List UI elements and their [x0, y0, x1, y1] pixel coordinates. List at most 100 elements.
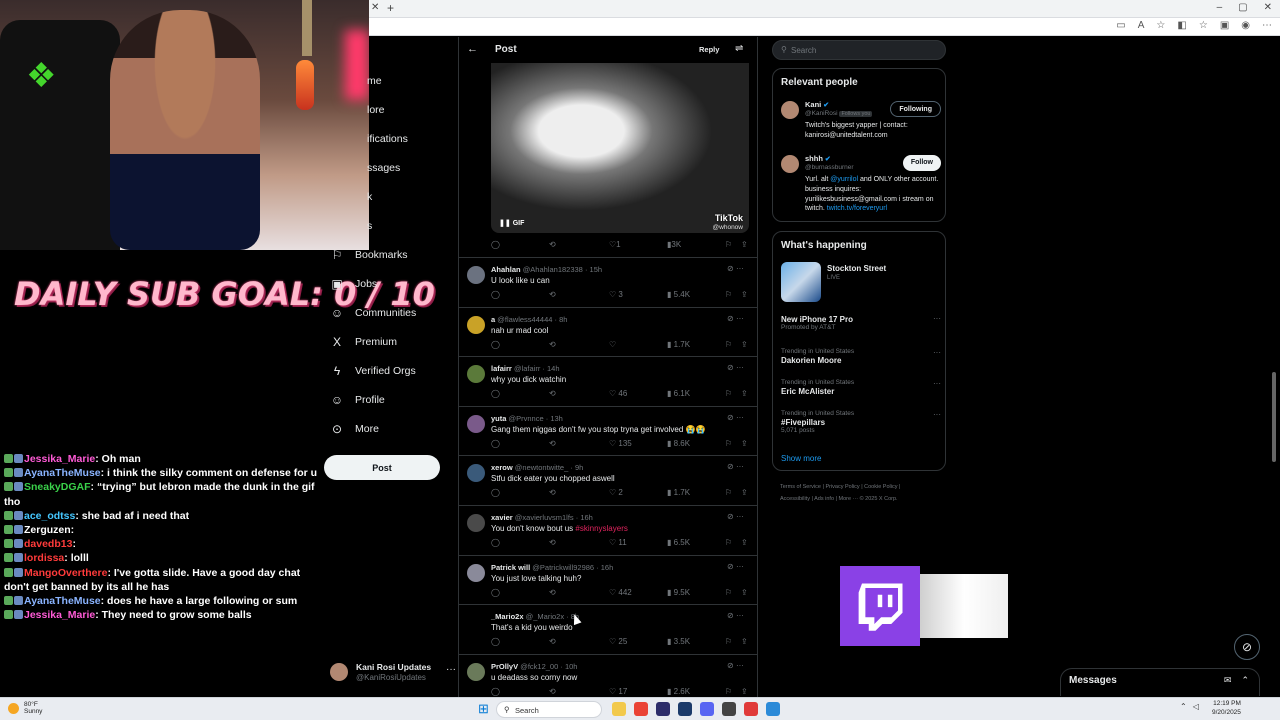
chat-username[interactable]: Zerguzen — [24, 524, 71, 536]
avatar[interactable] — [467, 266, 485, 284]
reply-author[interactable]: Patrick will — [491, 563, 530, 572]
reply-icon[interactable]: ◯ — [491, 439, 500, 448]
grok-icon[interactable]: ⊘ — [1234, 634, 1260, 660]
more-icon[interactable]: ··· — [736, 462, 744, 471]
back-arrow-icon[interactable]: ← — [467, 43, 478, 55]
share-icon[interactable]: ⇪ — [741, 290, 748, 299]
views-count[interactable]: ▮ 3K — [667, 240, 681, 249]
like-button[interactable]: ♡ 1 — [609, 240, 621, 249]
more-icon[interactable]: ··· — [736, 512, 744, 521]
repost-icon[interactable]: ⟲ — [549, 488, 556, 497]
collections-icon[interactable]: ▣ — [1220, 20, 1229, 31]
bookmark-icon[interactable]: ⚐ — [725, 389, 732, 398]
chat-username[interactable]: MangoOverthere — [24, 567, 107, 579]
bookmark-icon[interactable]: ⚐ — [725, 687, 732, 696]
nav-item-partial[interactable]: ssages — [367, 157, 400, 179]
person-name[interactable]: Kani ✔ — [805, 100, 829, 109]
reply-author[interactable]: xerow — [491, 463, 513, 472]
trend-item[interactable]: Trending in United States Dakorien Moore ·… — [781, 348, 941, 365]
nav-item-bookmarks[interactable]: ⚐ Bookmarks — [329, 244, 408, 266]
reply-handle[interactable]: @lafairr — [514, 364, 540, 373]
like-button[interactable]: ♡ 442 — [609, 588, 632, 597]
trend-item[interactable]: Trending in United States Eric McAlister ·… — [781, 379, 941, 396]
tray-chevron-icon[interactable]: ⌃ — [1180, 702, 1187, 711]
reply-icon[interactable]: ◯ — [491, 240, 500, 249]
footer-links[interactable]: Terms of Service | Privacy Policy | Cook… — [780, 481, 940, 493]
share-icon[interactable]: ⇪ — [741, 240, 748, 249]
nav-item-jobs[interactable]: ▣ Jobs — [329, 273, 377, 295]
read-aloud-icon[interactable]: A — [1138, 20, 1145, 31]
hashtag-link[interactable]: #skinnyslayers — [575, 524, 627, 533]
share-icon[interactable]: ⇪ — [741, 637, 748, 646]
bio-link[interactable]: @yurrilol — [830, 176, 858, 183]
like-button[interactable]: ♡ — [609, 340, 616, 349]
grok-icon[interactable]: ⊘ — [727, 611, 736, 620]
grok-icon[interactable]: ⊘ — [727, 512, 736, 521]
close-window-icon[interactable]: ✕ — [1264, 2, 1272, 13]
chat-username[interactable]: SneakyDGAF — [24, 481, 91, 493]
trend-item[interactable]: New iPhone 17 Pro Promoted by AT&T ··· — [781, 314, 941, 331]
premiere-icon[interactable] — [656, 702, 670, 716]
reply-icon[interactable]: ◯ — [491, 637, 500, 646]
views-count[interactable]: ▮ 5.4K — [667, 290, 690, 299]
more-icon[interactable]: ··· — [736, 363, 744, 372]
nav-item-more[interactable]: ⊙ More — [329, 418, 379, 440]
scrollbar-thumb[interactable] — [1272, 372, 1276, 462]
repost-icon[interactable]: ⟲ — [549, 290, 556, 299]
like-button[interactable]: ♡ 135 — [609, 439, 632, 448]
bookmark-icon[interactable]: ⚐ — [725, 637, 732, 646]
reply-author[interactable]: lafairr — [491, 364, 512, 373]
avatar[interactable] — [467, 365, 485, 384]
chat-username[interactable]: Jessika_Marie — [24, 453, 95, 465]
nav-item-partial[interactable]: ifications — [367, 128, 408, 150]
reply-handle[interactable]: @flawless44444 — [497, 315, 552, 324]
nav-item-partial[interactable]: lore — [367, 99, 385, 121]
reply-author[interactable]: yuta — [491, 414, 506, 423]
like-button[interactable]: ♡ 3 — [609, 290, 623, 299]
bookmark-icon[interactable]: ⚐ — [725, 488, 732, 497]
share-icon[interactable]: ⇪ — [741, 588, 748, 597]
like-button[interactable]: ♡ 25 — [609, 637, 627, 646]
bookmark-icon[interactable]: ⚐ — [725, 439, 732, 448]
more-icon[interactable]: ··· — [736, 562, 744, 571]
edge-icon[interactable] — [766, 702, 780, 716]
grok-icon[interactable]: ⊘ — [727, 462, 736, 471]
extensions-icon[interactable]: ◧ — [1177, 20, 1186, 31]
like-button[interactable]: ♡ 2 — [609, 488, 623, 497]
search-input[interactable]: ⚲ Search — [772, 40, 946, 60]
repost-icon[interactable]: ⟲ — [549, 637, 556, 646]
more-icon[interactable]: ··· — [736, 661, 744, 670]
views-count[interactable]: ▮ 3.5K — [667, 637, 690, 646]
reply-post[interactable]: Patrick will @Patrickwill92986 · 16h You … — [459, 554, 757, 605]
repost-icon[interactable]: ⟲ — [549, 538, 556, 547]
views-count[interactable]: ▮ 1.7K — [667, 340, 690, 349]
reply-handle[interactable]: @newtontwitte_ — [515, 463, 568, 472]
trend-item[interactable]: Trending in United States #Fivepillars 5,0… — [781, 410, 941, 434]
person-name[interactable]: shhh ✔ — [805, 154, 831, 163]
repost-icon[interactable]: ⟲ — [549, 389, 556, 398]
taskbar-clock[interactable]: 12:19 PM 9/20/2025 — [1212, 700, 1241, 717]
reply-post[interactable]: lafairr @lafairr · 14h why you dick watch… — [459, 356, 757, 406]
views-count[interactable]: ▮ 8.6K — [667, 439, 690, 448]
taskbar-search[interactable]: ⚲ Search — [496, 701, 602, 718]
reply-post[interactable]: xavier @xavierluvsm1lfs · 16h You don't k… — [459, 505, 757, 555]
reply-icon[interactable]: ◯ — [491, 389, 500, 398]
views-count[interactable]: ▮ 6.1K — [667, 389, 690, 398]
reply-post[interactable]: xerow @newtontwitte_ · 9h Stfu dick eater… — [459, 455, 757, 505]
show-more-link[interactable]: Show more — [781, 454, 821, 463]
repost-icon[interactable]: ⟲ — [549, 588, 556, 597]
views-count[interactable]: ▮ 6.5K — [667, 538, 690, 547]
tab-close-icon[interactable]: ✕ — [371, 2, 379, 13]
favorites-icon[interactable]: ☆ — [1199, 20, 1208, 31]
chat-username[interactable]: lordissa — [24, 552, 64, 564]
reply-post[interactable]: Ahahlan @Ahahlan182338 · 15h U look like … — [459, 257, 757, 307]
reply-icon[interactable]: ◯ — [491, 588, 500, 597]
bookmark-icon[interactable]: ⚐ — [725, 538, 732, 547]
reply-handle[interactable]: @Ahahlan182338 — [523, 265, 583, 274]
grok-icon[interactable]: ⊘ — [727, 363, 736, 372]
more-icon[interactable]: ··· — [933, 410, 941, 419]
reply-icon[interactable]: ◯ — [491, 488, 500, 497]
following-button[interactable]: Following — [890, 101, 941, 117]
more-icon[interactable]: ··· — [933, 314, 941, 323]
reply-post[interactable]: _Mario2x @_Mario2x · 8h That's a kid you … — [459, 604, 757, 654]
